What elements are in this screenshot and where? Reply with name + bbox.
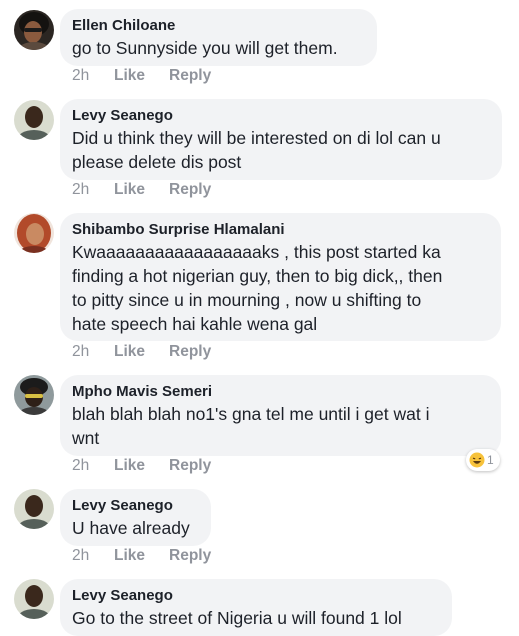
laughing-emoji-icon <box>469 452 485 468</box>
comment-text-line: U have already <box>72 518 190 538</box>
comment-text: U have already <box>72 516 199 540</box>
reply-button[interactable]: Reply <box>169 546 211 566</box>
comment-text: Kwaaaaaaaaaaaaaaaaaks , this post starte… <box>72 240 489 336</box>
comment-author[interactable]: Levy Seanego <box>72 106 490 126</box>
comment-author[interactable]: Ellen Chiloane <box>72 16 365 36</box>
comment-text-line: blah blah blah no1's gna tel me until i … <box>72 404 430 424</box>
reply-button[interactable]: Reply <box>169 66 211 86</box>
comment-text: Go to the street of Nigeria u will found… <box>72 606 440 630</box>
comment-author[interactable]: Shibambo Surprise Hlamalani <box>72 220 489 240</box>
comment-bubble: Levy Seanego U have already <box>60 489 211 546</box>
comment-actions: 2h Like Reply <box>72 546 211 566</box>
comment-bubble: Ellen Chiloane go to Sunnyside you will … <box>60 9 377 66</box>
comment-author[interactable]: Mpho Mavis Semeri <box>72 382 489 402</box>
reply-button[interactable]: Reply <box>169 180 211 200</box>
like-button[interactable]: Like <box>114 66 169 86</box>
comment-text: go to Sunnyside you will get them. <box>72 36 365 60</box>
comment-text-line: wnt <box>72 428 100 448</box>
reply-button[interactable]: Reply <box>169 342 211 362</box>
comment-text-line: Go to the street of Nigeria u will found… <box>72 608 402 628</box>
comment-text-line: hate speech hai kahle wena gal <box>72 314 318 334</box>
comment-timestamp[interactable]: 2h <box>72 66 114 86</box>
comment-bubble: Mpho Mavis Semeri blah blah blah no1's g… <box>60 375 501 456</box>
comment-author[interactable]: Levy Seanego <box>72 586 440 606</box>
avatar[interactable] <box>14 213 54 253</box>
reply-button[interactable]: Reply <box>169 456 211 476</box>
avatar[interactable] <box>14 100 54 140</box>
like-button[interactable]: Like <box>114 546 169 566</box>
comment-text-line: go to Sunnyside you will get them. <box>72 38 338 58</box>
comment-text: Did u think they will be interested on d… <box>72 126 490 174</box>
comment-timestamp[interactable]: 2h <box>72 342 114 362</box>
comment-bubble: Levy Seanego Go to the street of Nigeria… <box>60 579 452 636</box>
like-button[interactable]: Like <box>114 456 169 476</box>
comment-timestamp[interactable]: 2h <box>72 180 114 200</box>
comment-bubble: Levy Seanego Did u think they will be in… <box>60 99 502 180</box>
comment-actions: 2h Like Reply <box>72 342 211 362</box>
comment-text-line: finding a hot nigerian guy, then to big … <box>72 266 443 286</box>
avatar[interactable] <box>14 489 54 529</box>
comment-actions: 2h Like Reply <box>72 180 211 200</box>
comment-timestamp[interactable]: 2h <box>72 546 114 566</box>
comment-text-line: Did u think they will be interested on d… <box>72 128 441 148</box>
reaction-summary[interactable]: 1 <box>466 449 500 471</box>
comment-text-line: Kwaaaaaaaaaaaaaaaaaks , this post starte… <box>72 242 441 262</box>
like-button[interactable]: Like <box>114 342 169 362</box>
like-button[interactable]: Like <box>114 180 169 200</box>
comment-text-line: please delete dis post <box>72 152 242 172</box>
avatar[interactable] <box>14 10 54 50</box>
comment-author[interactable]: Levy Seanego <box>72 496 199 516</box>
comment-text-line: to pitty since u in mourning , now u shi… <box>72 290 422 310</box>
avatar[interactable] <box>14 375 54 415</box>
comment-actions: 2h Like Reply <box>72 66 211 86</box>
reaction-count: 1 <box>487 453 494 467</box>
comment-timestamp[interactable]: 2h <box>72 456 114 476</box>
comment-actions: 2h Like Reply <box>72 456 211 476</box>
comment-text: blah blah blah no1's gna tel me until i … <box>72 402 489 450</box>
avatar[interactable] <box>14 579 54 619</box>
comment-bubble: Shibambo Surprise Hlamalani Kwaaaaaaaaaa… <box>60 213 501 341</box>
